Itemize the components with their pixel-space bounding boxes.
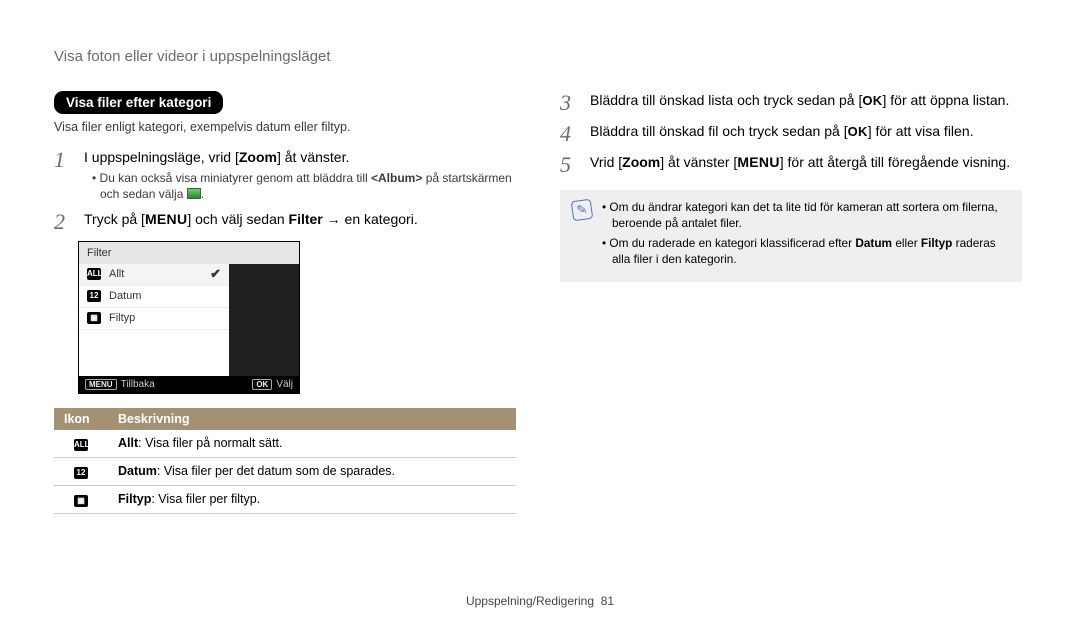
camera-header: Filter — [79, 242, 299, 264]
bold: Datum — [855, 236, 892, 250]
footer-page: 81 — [601, 594, 614, 608]
text: Bläddra till önskad fil och tryck sedan … — [590, 123, 848, 139]
text: ] åt vänster. — [277, 149, 349, 165]
row-title: Filtyp — [118, 492, 151, 506]
camera-list: ALL Allt ✔ 12 Datum ▦ Filtyp — [79, 264, 229, 376]
step-number: 2 — [54, 211, 76, 233]
table-header: Beskrivning — [108, 408, 516, 430]
ok-label: OK — [848, 124, 868, 139]
row-title: Allt — [118, 436, 138, 450]
album-icon — [187, 188, 201, 199]
filetype-icon: ▦ — [74, 495, 88, 507]
step-body: Vrid [Zoom] åt vänster [MENU] för att åt… — [590, 153, 1022, 173]
step-number: 4 — [560, 123, 582, 145]
text: Vrid [ — [590, 154, 622, 170]
list-item: 12 Datum — [79, 286, 229, 308]
table-header: Ikon — [54, 408, 108, 430]
filetype-icon: ▦ — [87, 312, 101, 324]
row-title: Datum — [118, 464, 157, 478]
text: ] åt vänster [ — [660, 154, 737, 170]
note-item: Om du raderade en kategori klassificerad… — [602, 236, 1010, 268]
left-column: Visa filer efter kategori Visa filer enl… — [54, 91, 516, 514]
note-icon: ✎ — [571, 199, 594, 222]
step-3: 3 Bläddra till önskad lista och tryck se… — [560, 91, 1022, 114]
text: ] för att öppna listan. — [882, 92, 1009, 108]
step-4: 4 Bläddra till önskad fil och tryck seda… — [560, 122, 1022, 145]
ok-label: OK — [862, 93, 882, 108]
ok-pill-icon: OK — [252, 379, 272, 390]
zoom-label: Zoom — [622, 154, 660, 170]
menu-pill-icon: MENU — [85, 379, 117, 390]
item-label: Datum — [109, 290, 141, 302]
text: ] för att visa filen. — [868, 123, 974, 139]
step-number: 3 — [560, 92, 582, 114]
icon-table: Ikon Beskrivning ALL Allt: Visa filer på… — [54, 408, 516, 514]
item-label: Filtyp — [109, 312, 135, 324]
step-body: Bläddra till önskad fil och tryck sedan … — [590, 122, 1022, 142]
step-number: 1 — [54, 149, 76, 171]
all-icon: ALL — [74, 439, 88, 451]
calendar-icon: 12 — [87, 290, 101, 302]
step-body: Bläddra till önskad lista och tryck seda… — [590, 91, 1022, 111]
all-icon: ALL — [87, 268, 101, 280]
note-box: ✎ Om du ändrar kategori kan det ta lite … — [560, 190, 1022, 282]
album-bold: <Album> — [371, 171, 422, 185]
menu-label: MENU — [145, 211, 187, 227]
table-row: 12 Datum: Visa filer per det datum som d… — [54, 457, 516, 485]
sub-bullet: Du kan också visa miniatyrer genom att b… — [84, 170, 516, 202]
step-body: I uppspelningsläge, vrid [Zoom] åt vänst… — [84, 148, 516, 202]
row-text: : Visa filer per filtyp. — [151, 492, 260, 506]
step-body: Tryck på [MENU] och välj sedan Filter → … — [84, 210, 516, 230]
right-column: 3 Bläddra till önskad lista och tryck se… — [560, 91, 1022, 514]
step-5: 5 Vrid [Zoom] åt vänster [MENU] för att … — [560, 153, 1022, 176]
list-item: ▦ Filtyp — [79, 308, 229, 330]
page-footer: Uppspelning/Redigering 81 — [0, 594, 1080, 608]
camera-body: ALL Allt ✔ 12 Datum ▦ Filtyp — [79, 264, 299, 376]
bold: Filtyp — [921, 236, 952, 250]
step-number: 5 — [560, 154, 582, 176]
menu-label: MENU — [737, 154, 779, 170]
back-label: Tillbaka — [121, 379, 155, 390]
text: ] och välj sedan — [187, 211, 288, 227]
section-subtext: Visa filer enligt kategori, exempelvis d… — [54, 120, 516, 134]
text: . — [201, 187, 204, 201]
text: Du kan också visa miniatyrer genom att b… — [100, 171, 371, 185]
footer-section: Uppspelning/Redigering — [466, 594, 594, 608]
zoom-label: Zoom — [239, 149, 277, 165]
row-text: : Visa filer på normalt sätt. — [138, 436, 282, 450]
filter-bold: Filter — [289, 211, 323, 227]
step-1: 1 I uppspelningsläge, vrid [Zoom] åt vän… — [54, 148, 516, 202]
text: eller — [892, 236, 921, 250]
camera-ui-preview: Filter ALL Allt ✔ 12 Datum ▦ Filtyp — [78, 241, 300, 394]
table-header-row: Ikon Beskrivning — [54, 408, 516, 430]
item-label: Allt — [109, 268, 124, 280]
list-item: ALL Allt ✔ — [79, 264, 229, 286]
page-title: Visa foton eller videor i uppspelningslä… — [54, 48, 1026, 65]
text: → en kategori. — [323, 211, 418, 227]
camera-dark-area — [229, 264, 299, 376]
two-column-layout: Visa filer efter kategori Visa filer enl… — [54, 91, 1026, 514]
table-row: ▦ Filtyp: Visa filer per filtyp. — [54, 485, 516, 513]
calendar-icon: 12 — [74, 467, 88, 479]
section-pill: Visa filer efter kategori — [54, 91, 223, 114]
table-row: ALL Allt: Visa filer på normalt sätt. — [54, 430, 516, 458]
text: Om du raderade en kategori klassificerad… — [609, 236, 855, 250]
text: I uppspelningsläge, vrid [ — [84, 149, 239, 165]
note-item: Om du ändrar kategori kan det ta lite ti… — [602, 200, 1010, 232]
text: ] för att återgå till föregående visning… — [780, 154, 1010, 170]
text: Bläddra till önskad lista och tryck seda… — [590, 92, 862, 108]
select-label: Välj — [276, 379, 293, 390]
step-2: 2 Tryck på [MENU] och välj sedan Filter … — [54, 210, 516, 233]
row-text: : Visa filer per det datum som de sparad… — [157, 464, 395, 478]
text: Tryck på [ — [84, 211, 145, 227]
camera-footer: MENU Tillbaka OK Välj — [79, 376, 299, 393]
note-list: Om du ändrar kategori kan det ta lite ti… — [602, 200, 1010, 272]
check-icon: ✔ — [210, 266, 221, 282]
